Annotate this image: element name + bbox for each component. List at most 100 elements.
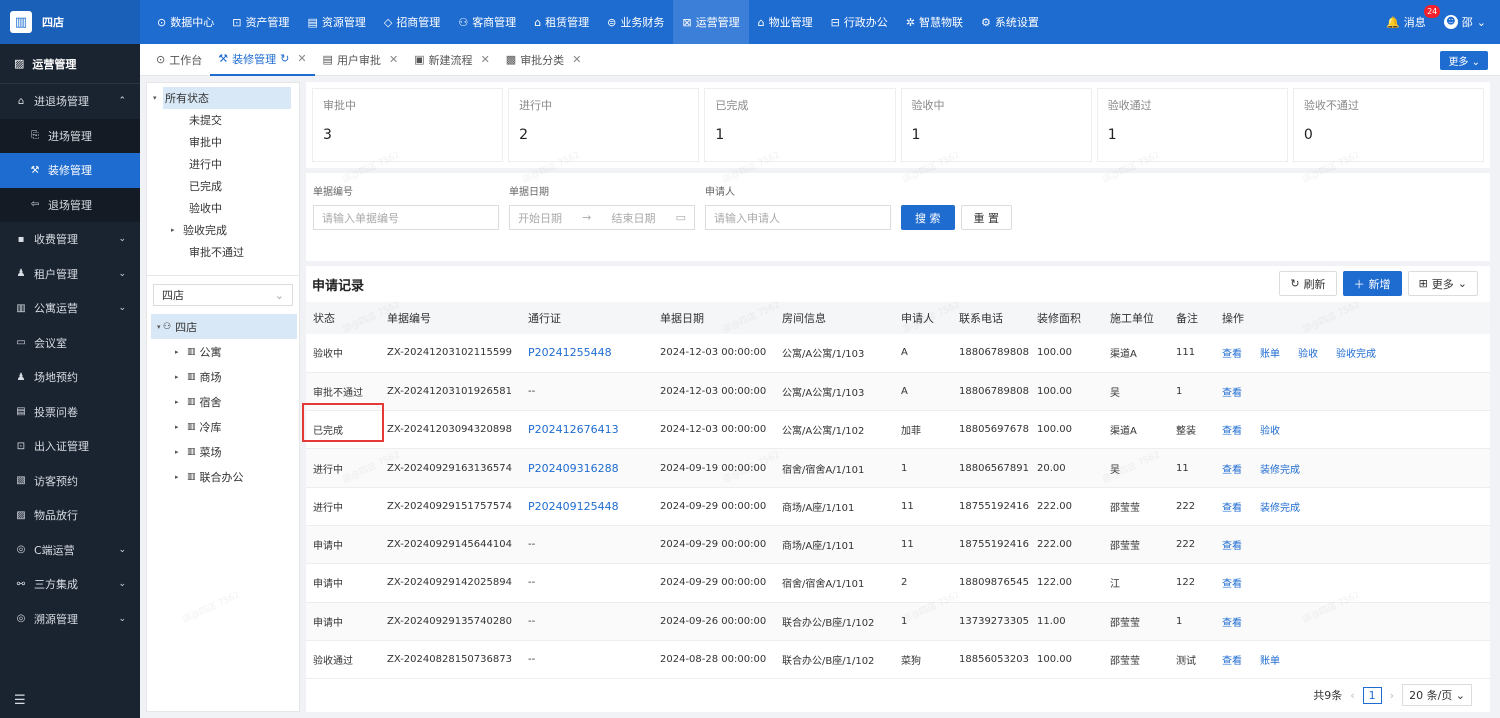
status-tree-node[interactable]: 未提交 xyxy=(151,109,299,131)
caret-icon[interactable]: ▾ xyxy=(151,323,163,331)
date-range-picker[interactable]: 开始日期 → 结束日期 ▭ xyxy=(509,205,695,230)
sidebar-item[interactable]: ♟ 租户管理 ⌄ xyxy=(0,257,140,292)
cell-pass[interactable]: P20241255448 xyxy=(521,334,653,373)
topnav-item[interactable]: ◇ 招商管理 xyxy=(375,0,449,44)
sidebar-item[interactable]: ▥ 公寓运营 ⌄ xyxy=(0,291,140,326)
tab-item[interactable]: ▣ 新建流程 ✕ xyxy=(406,44,498,76)
refresh-button[interactable]: ↻ 刷新 xyxy=(1279,271,1337,296)
topnav-item[interactable]: ⊙ 数据中心 xyxy=(148,0,223,44)
action-link[interactable]: 账单 xyxy=(1260,349,1280,360)
caret-icon[interactable]: ▸ xyxy=(171,226,183,234)
more-button[interactable]: ⊞ 更多 ⌄ xyxy=(1407,271,1478,296)
topnav-item[interactable]: ✲ 智慧物联 xyxy=(897,0,972,44)
close-icon[interactable]: ✕ xyxy=(297,52,306,65)
topnav-item[interactable]: ▤ 资源管理 xyxy=(298,0,374,44)
building-tree-node[interactable]: ▸ ▥ 宿舍 xyxy=(151,389,299,414)
add-button[interactable]: ＋新增 xyxy=(1342,271,1402,296)
sidebar-item[interactable]: ◎ C端运营 ⌄ xyxy=(0,533,140,568)
topnav-item[interactable]: ⊜ 业务财务 xyxy=(598,0,673,44)
stat-card[interactable]: 验收通过 1 xyxy=(1096,88,1288,162)
action-link[interactable]: 验收完成 xyxy=(1336,349,1376,360)
action-link[interactable]: 查看 xyxy=(1222,579,1242,590)
status-tree-node[interactable]: 已完成 xyxy=(151,175,299,197)
sidebar-item[interactable]: ▭ 会议室 xyxy=(0,326,140,361)
page-size-select[interactable]: 20 条/页 ⌄ xyxy=(1402,684,1472,706)
stat-card[interactable]: 已完成 1 xyxy=(704,88,896,162)
next-page-button[interactable]: › xyxy=(1390,689,1394,702)
status-tree-node[interactable]: 审批中 xyxy=(151,131,299,153)
messages-button[interactable]: 🔔 消息 24 xyxy=(1386,5,1441,30)
action-link[interactable]: 查看 xyxy=(1222,618,1242,629)
sidebar-item[interactable]: ▤ 投票问卷 xyxy=(0,395,140,430)
applicant-input[interactable]: 请输入申请人 xyxy=(705,205,891,230)
building-tree-node[interactable]: ▸ ▥ 联合办公 xyxy=(151,464,299,489)
caret-icon[interactable]: ▾ xyxy=(151,94,163,102)
action-link[interactable]: 装修完成 xyxy=(1260,503,1300,514)
action-link[interactable]: 账单 xyxy=(1260,656,1280,667)
topnav-item[interactable]: ⚇ 客商管理 xyxy=(449,0,525,44)
sidebar-item[interactable]: ▨ 物品放行 xyxy=(0,498,140,533)
tab-item[interactable]: ⚒ 装修管理 ↻ ✕ xyxy=(210,44,315,76)
action-link[interactable]: 查看 xyxy=(1222,503,1242,514)
store-select[interactable]: 四店 ⌄ xyxy=(153,284,293,306)
search-button[interactable]: 搜 索 xyxy=(901,205,955,230)
sidebar-item[interactable]: ♟ 场地预约 xyxy=(0,360,140,395)
topnav-item[interactable]: ⚙ 系统设置 xyxy=(972,0,1048,44)
close-icon[interactable]: ✕ xyxy=(481,53,490,66)
tabs-more-button[interactable]: 更多 ⌄ xyxy=(1440,51,1488,70)
topnav-item[interactable]: ⊠ 运营管理 xyxy=(673,0,749,44)
caret-icon[interactable]: ▸ xyxy=(175,423,187,431)
sidebar-item[interactable]: ◎ 溯源管理 ⌄ xyxy=(0,602,140,637)
action-link[interactable]: 验收 xyxy=(1260,426,1280,437)
prev-page-button[interactable]: ‹ xyxy=(1350,689,1354,702)
doc-no-input[interactable]: 请输入单据编号 xyxy=(313,205,499,230)
reset-button[interactable]: 重 置 xyxy=(960,205,1012,230)
cell-pass[interactable]: P202412676413 xyxy=(521,410,653,450)
stat-card[interactable]: 审批中 3 xyxy=(312,88,504,162)
building-tree-node[interactable]: ▸ ▥ 公寓 xyxy=(151,339,299,364)
status-tree-node[interactable]: 审批不通过 xyxy=(151,241,299,263)
sidebar-item[interactable]: ▪ 收费管理 ⌄ xyxy=(0,222,140,257)
tab-item[interactable]: ▩ 审批分类 ✕ xyxy=(498,44,590,76)
status-tree-node[interactable]: 所有状态 xyxy=(163,87,291,109)
tab-item[interactable]: ▤ 用户审批 ✕ xyxy=(315,44,407,76)
caret-icon[interactable]: ▸ xyxy=(175,398,187,406)
page-number[interactable]: 1 xyxy=(1362,686,1382,704)
action-link[interactable]: 查看 xyxy=(1222,349,1242,360)
action-link[interactable]: 查看 xyxy=(1222,465,1242,476)
sidebar-item[interactable]: ⇦ 退场管理 xyxy=(0,187,140,222)
caret-icon[interactable]: ▸ xyxy=(175,373,187,381)
stat-card[interactable]: 进行中 2 xyxy=(508,88,700,162)
sidebar-item[interactable]: ⌂ 进退场管理 ⌃ xyxy=(0,84,140,119)
caret-icon[interactable]: ▸ xyxy=(175,448,187,456)
refresh-icon[interactable]: ↻ xyxy=(280,52,289,65)
topnav-item[interactable]: ⌂ 租赁管理 xyxy=(525,0,598,44)
status-tree-node[interactable]: ▸ 验收完成 xyxy=(151,219,299,241)
sidebar-item[interactable]: ▧ 访客预约 xyxy=(0,464,140,499)
building-tree-node[interactable]: ▸ ▥ 菜场 xyxy=(151,439,299,464)
action-link[interactable]: 查看 xyxy=(1222,388,1242,399)
building-tree-node[interactable]: ▾ ⚇ 四店 xyxy=(151,314,297,339)
action-link[interactable]: 查看 xyxy=(1222,541,1242,552)
sidebar-item[interactable]: ⊡ 出入证管理 xyxy=(0,429,140,464)
close-icon[interactable]: ✕ xyxy=(389,53,398,66)
building-tree-node[interactable]: ▸ ▥ 冷库 xyxy=(151,414,299,439)
action-link[interactable]: 查看 xyxy=(1222,426,1242,437)
cell-pass[interactable]: P202409316288 xyxy=(521,448,653,488)
action-link[interactable]: 验收 xyxy=(1298,349,1318,360)
status-tree-node[interactable]: 进行中 xyxy=(151,153,299,175)
action-link[interactable]: 查看 xyxy=(1222,656,1242,667)
status-tree-node[interactable]: 验收中 xyxy=(151,197,299,219)
tab-item[interactable]: ⊙ 工作台 xyxy=(148,44,210,76)
cell-pass[interactable]: P202409125448 xyxy=(521,487,653,526)
sidebar-item[interactable]: ⚯ 三方集成 ⌄ xyxy=(0,567,140,602)
topnav-item[interactable]: ⊡ 资产管理 xyxy=(223,0,298,44)
topnav-item[interactable]: ⊟ 行政办公 xyxy=(822,0,897,44)
caret-icon[interactable]: ▸ xyxy=(175,473,187,481)
stat-card[interactable]: 验收不通过 0 xyxy=(1292,88,1485,162)
logo[interactable]: ▥ 四店 xyxy=(0,0,140,44)
close-icon[interactable]: ✕ xyxy=(572,53,581,66)
building-tree-node[interactable]: ▸ ▥ 商场 xyxy=(151,364,299,389)
topnav-item[interactable]: ⌂ 物业管理 xyxy=(749,0,822,44)
sidebar-item[interactable]: ⎘ 进场管理 xyxy=(0,118,140,153)
